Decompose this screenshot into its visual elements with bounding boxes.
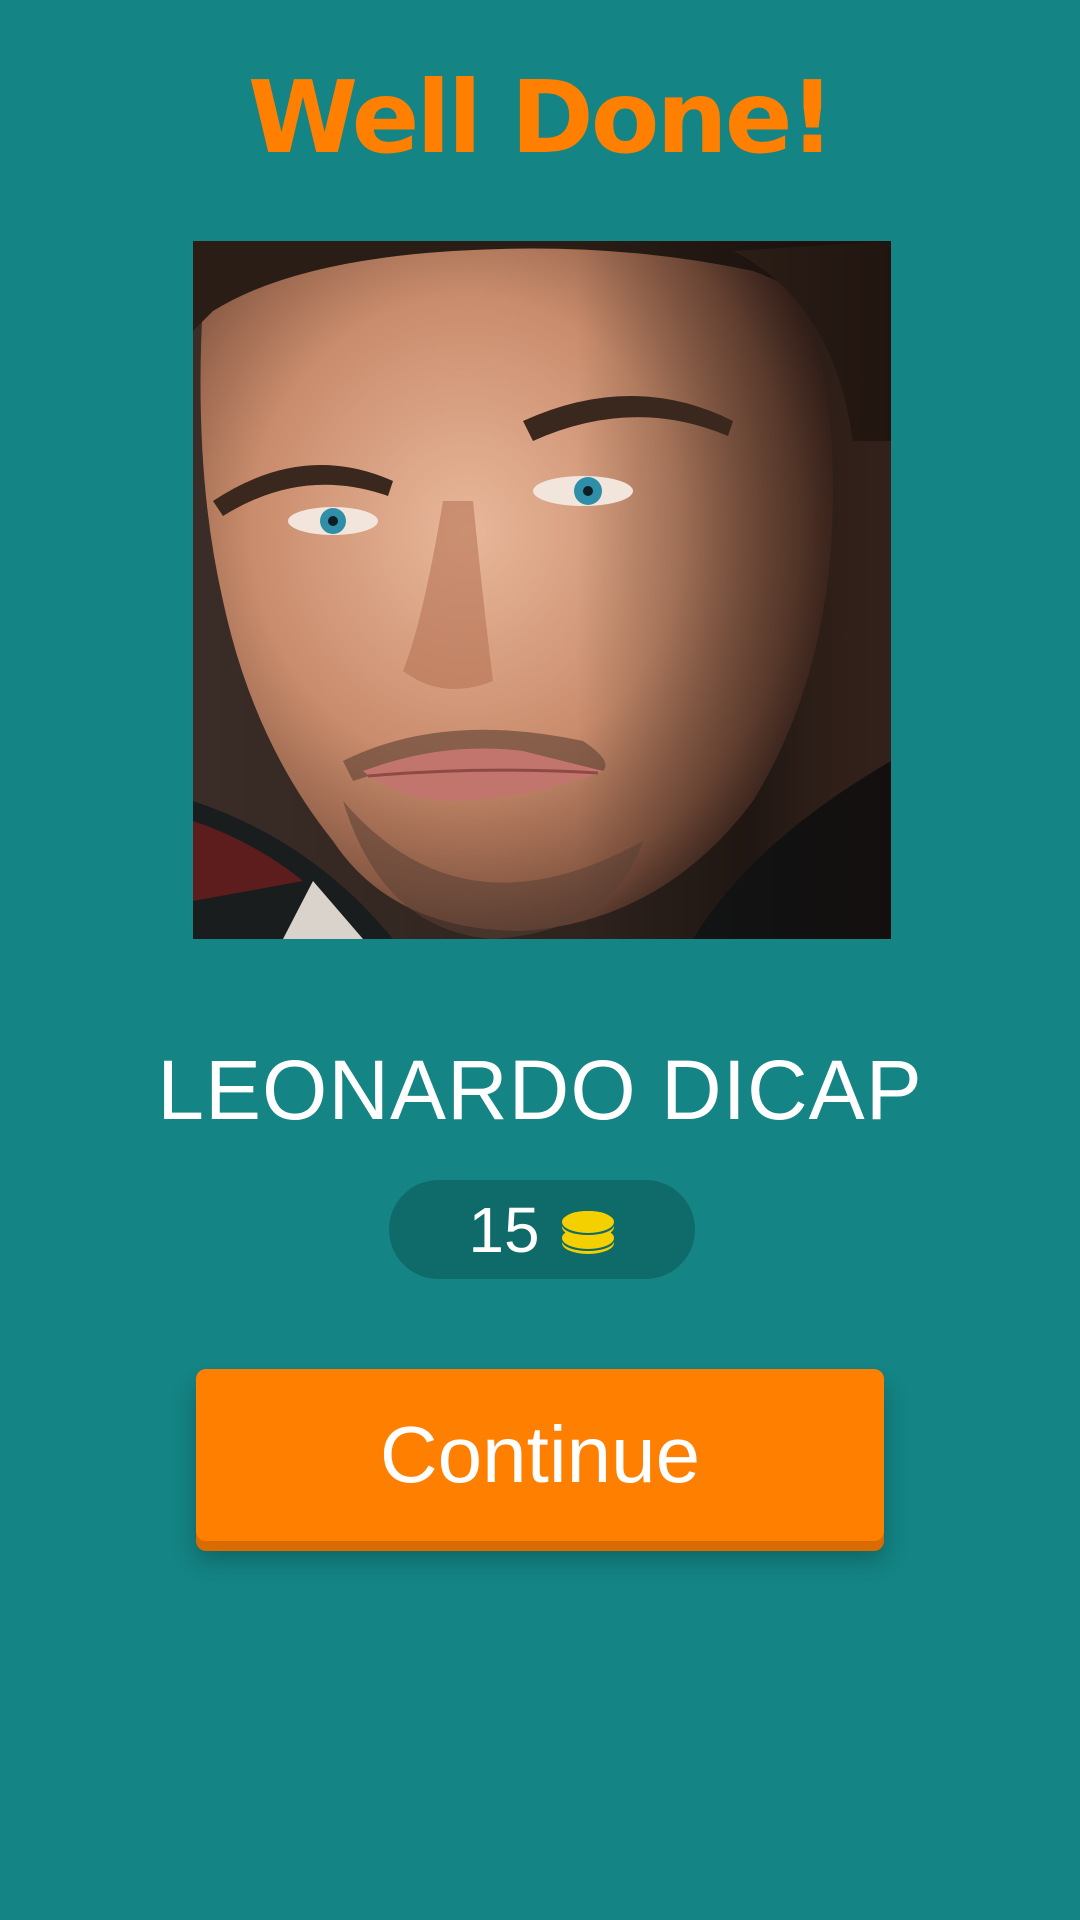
coin-reward-badge: 15 bbox=[389, 1180, 695, 1279]
continue-button[interactable]: Continue bbox=[196, 1369, 884, 1541]
celebrity-photo bbox=[193, 241, 891, 939]
coins-icon bbox=[561, 1210, 614, 1254]
face-illustration bbox=[193, 241, 891, 939]
level-complete-screen: Well Done! LEONARDO DICAP 15 Continue bbox=[0, 0, 1080, 1920]
coin-reward-amount: 15 bbox=[468, 1193, 540, 1266]
answer-text: LEONARDO DICAP bbox=[157, 1043, 923, 1137]
page-title: Well Done! bbox=[247, 59, 835, 176]
